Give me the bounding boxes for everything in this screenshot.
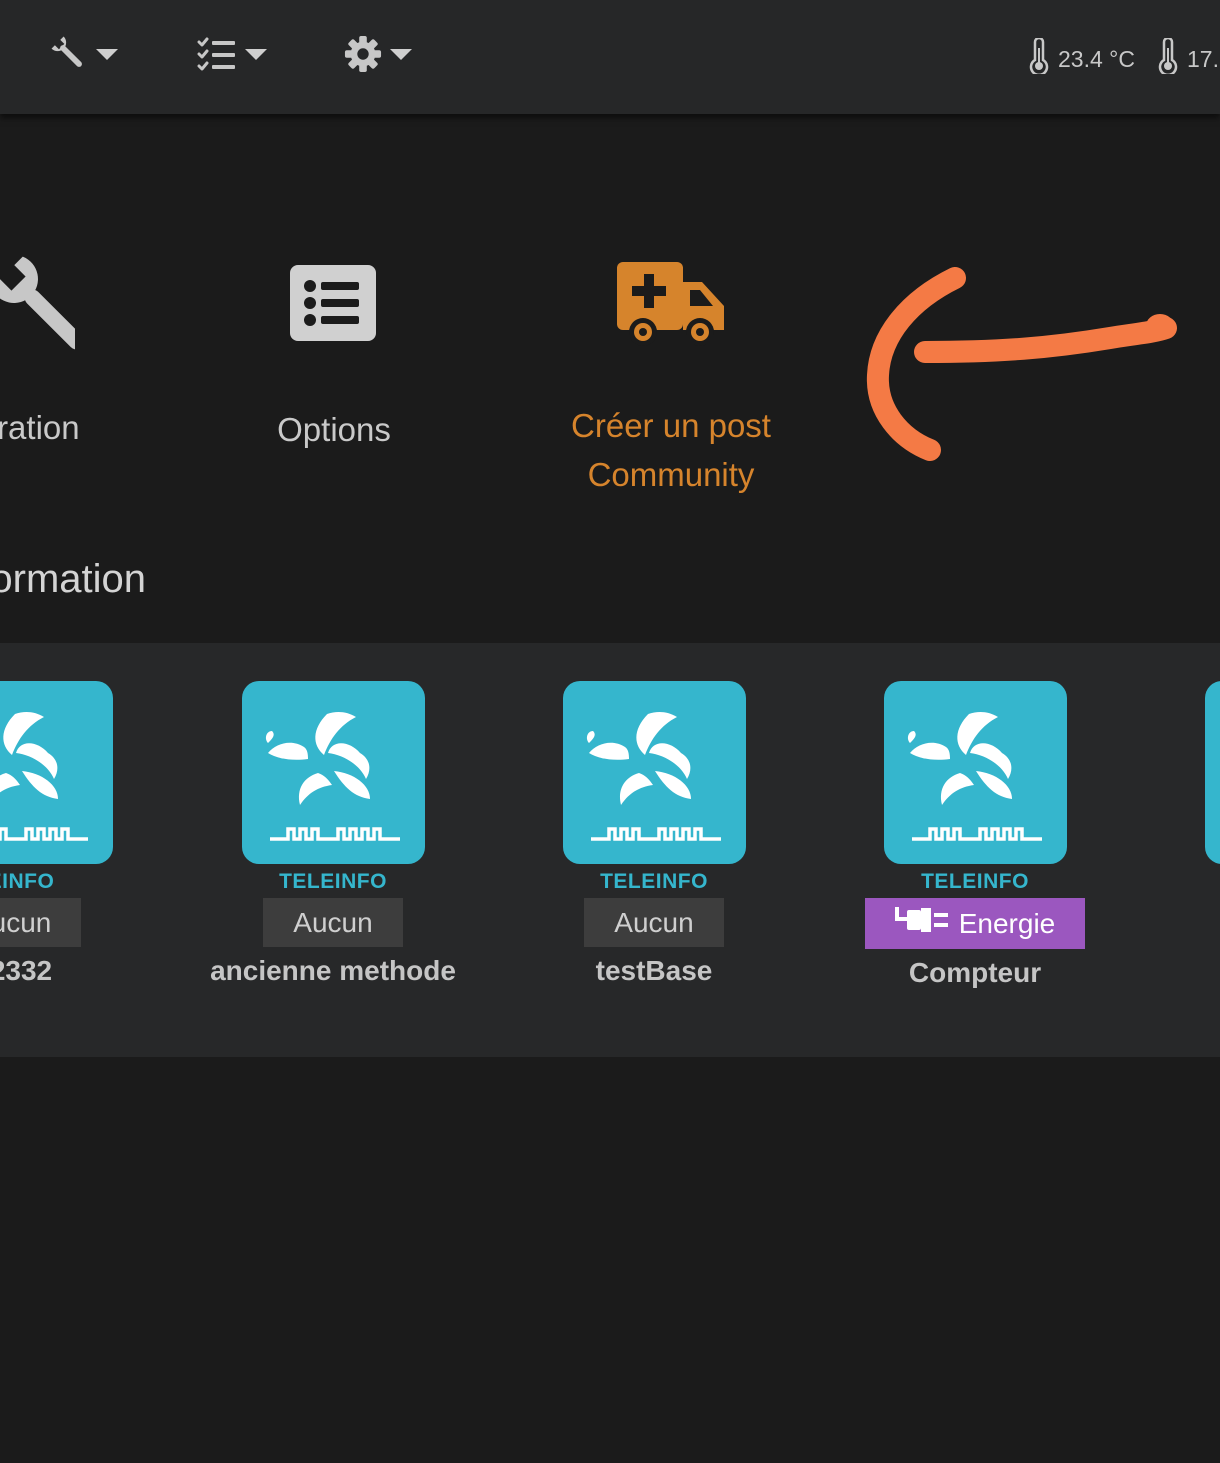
object-badge: Aucun <box>263 898 403 947</box>
section-title: ormation <box>0 557 146 601</box>
teleinfo-logo-icon <box>0 681 113 864</box>
equipment-card[interactable]: TELEINFO Energie Compteur <box>825 681 1125 989</box>
teleinfo-logo-icon <box>562 681 746 864</box>
object-badge: Energie <box>864 898 1086 949</box>
shortcut-options[interactable]: Options <box>184 264 484 454</box>
equipment-name: Compteur <box>908 957 1042 988</box>
ambulance-icon <box>616 260 726 355</box>
shortcut-label: Créer un post <box>571 407 771 444</box>
plugin-panel: EINFO ucun 2332 TELEINF <box>0 643 1220 1057</box>
object-badge: Aucun <box>584 898 724 947</box>
plugin-name: TELEINFO <box>279 870 387 893</box>
equipment-card[interactable]: TELEINFO Aucun ancienne methode <box>183 681 483 987</box>
settings-menu-button[interactable] <box>344 28 412 80</box>
equipment-card[interactable]: TELEINFO Aucun testBase <box>504 681 804 987</box>
plugin-name: EINFO <box>0 870 55 893</box>
object-badge: ucun <box>0 898 82 947</box>
chevron-down-icon <box>96 48 118 60</box>
shortcut-community-post[interactable]: Créer un post Community <box>521 260 821 499</box>
shortcut-label: guration <box>0 409 80 446</box>
thermometer-icon <box>1028 36 1050 80</box>
teleinfo-logo-icon <box>1204 681 1220 864</box>
equipment-name: testBase <box>595 955 713 986</box>
wrench-icon <box>0 250 85 355</box>
equipment-name: ancienne methode <box>210 955 456 986</box>
chevron-down-icon <box>245 48 267 60</box>
equipment-name: 2332 <box>0 955 53 986</box>
equipment-card[interactable]: te <box>1146 681 1220 965</box>
checklist-icon <box>197 37 237 71</box>
plugins-menu-button[interactable] <box>197 28 267 80</box>
equipment-card[interactable]: EINFO ucun 2332 <box>0 681 171 987</box>
tools-menu-button[interactable] <box>50 28 118 80</box>
teleinfo-logo-icon <box>241 681 425 864</box>
shortcut-configuration[interactable]: guration <box>0 250 170 452</box>
plug-icon <box>894 905 951 942</box>
top-navbar: 23.4 °C 17. <box>0 0 1220 114</box>
temperature-value: 17. <box>1187 45 1219 72</box>
temperature-widget[interactable]: 17. <box>1157 36 1219 80</box>
plugin-name: TELEINFO <box>600 870 708 893</box>
plugin-name: TELEINFO <box>921 870 1029 893</box>
list-icon <box>289 264 379 349</box>
chevron-down-icon <box>390 48 412 60</box>
temperature-value: 23.4 °C <box>1058 45 1135 72</box>
shortcut-label: Options <box>277 411 391 448</box>
temperature-widget[interactable]: 23.4 °C <box>1028 36 1135 80</box>
shortcut-label: Community <box>587 456 755 493</box>
gear-icon <box>344 35 382 73</box>
teleinfo-logo-icon <box>883 681 1067 864</box>
wrench-icon <box>50 35 88 73</box>
badge-label: Energie <box>958 907 1056 939</box>
thermometer-icon <box>1157 36 1179 80</box>
